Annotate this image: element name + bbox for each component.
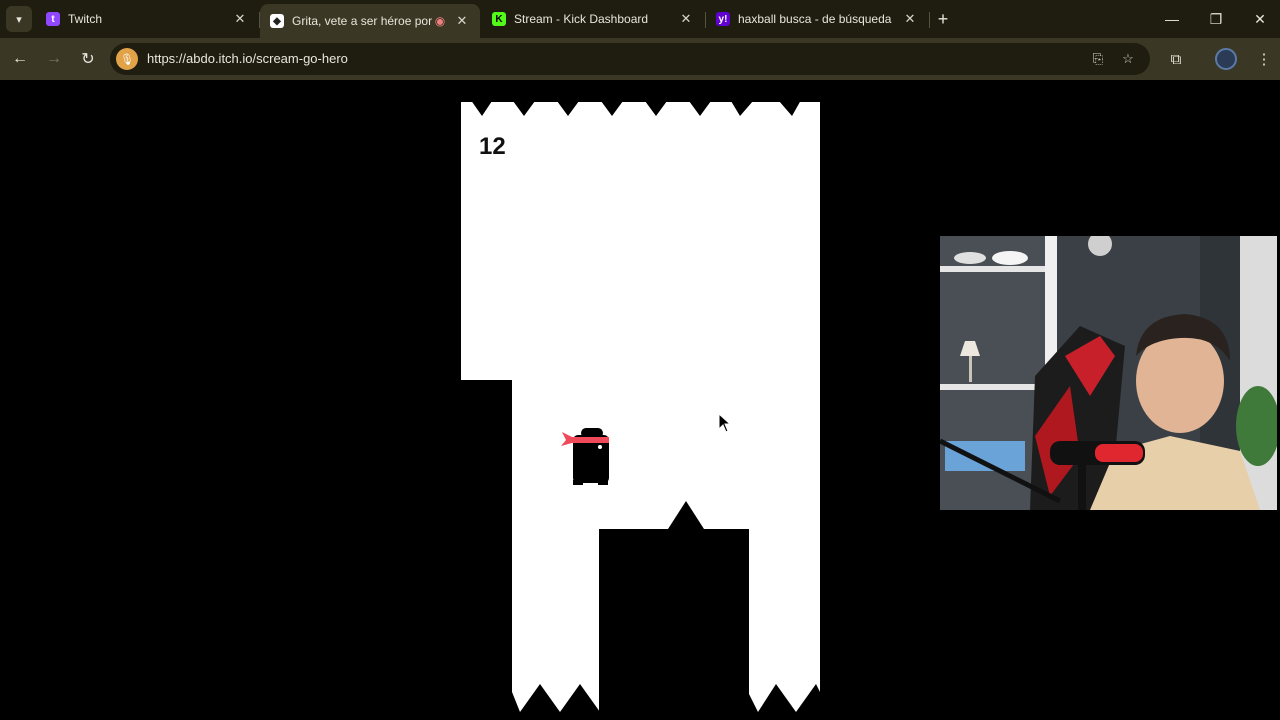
new-tab-button[interactable]: +: [932, 8, 954, 30]
close-window-button[interactable]: ✕: [1238, 0, 1280, 38]
tab-scream-go-hero[interactable]: ◆ Grita, vete a ser héroe por Abdo ◉ ✕: [260, 4, 480, 38]
streamer-webcam: [940, 236, 1277, 510]
back-button[interactable]: ←: [8, 47, 32, 71]
itch-icon: ◆: [270, 14, 284, 28]
menu-kebab-icon[interactable]: ⋮: [1252, 47, 1276, 71]
url-text[interactable]: https://abdo.itch.io/scream-go-hero: [147, 51, 348, 66]
game-viewport: 12: [0, 80, 1280, 720]
close-icon[interactable]: ✕: [902, 11, 918, 27]
mouse-pointer-icon: [718, 413, 732, 433]
tab-search-button[interactable]: ▾: [6, 6, 32, 32]
recording-icon: ◉: [434, 14, 446, 28]
score-counter: 12: [479, 133, 506, 160]
extensions-icon[interactable]: ⧉: [1164, 47, 1188, 71]
minimize-button[interactable]: —: [1150, 0, 1194, 38]
tab-strip: ▾ t Twitch ✕ ◆ Grita, vete a ser héroe p…: [0, 0, 1280, 38]
browser-toolbar: ← → ↻ 🎙 https://abdo.itch.io/scream-go-h…: [0, 38, 1280, 80]
microphone-icon[interactable]: 🎙: [116, 48, 138, 70]
tab-title: Twitch: [68, 12, 103, 26]
address-bar[interactable]: 🎙 https://abdo.itch.io/scream-go-hero ⎘ …: [110, 43, 1150, 75]
kick-icon: K: [492, 12, 506, 26]
forward-button[interactable]: →: [42, 47, 66, 71]
platform-block: [599, 529, 749, 720]
profile-avatar[interactable]: [1215, 48, 1237, 70]
tab-yahoo-search[interactable]: y! haxball busca - de búsqueda ✕: [706, 0, 928, 38]
tab-twitch[interactable]: t Twitch ✕: [36, 0, 258, 38]
reload-button[interactable]: ↻: [76, 47, 100, 71]
yahoo-icon: y!: [716, 12, 730, 26]
webcam-image: [940, 236, 1277, 510]
restore-button[interactable]: ❐: [1194, 0, 1238, 38]
tab-title: Stream - Kick Dashboard: [514, 12, 649, 26]
tab-title: haxball busca - de búsqueda: [738, 12, 892, 26]
translate-icon[interactable]: ⎘: [1089, 50, 1107, 68]
close-icon[interactable]: ✕: [678, 11, 694, 27]
tab-kick[interactable]: K Stream - Kick Dashboard ✕: [482, 0, 704, 38]
tab-title: Grita, vete a ser héroe por Abdo: [292, 14, 432, 28]
bookmark-star-icon[interactable]: ☆: [1119, 50, 1137, 68]
twitch-icon: t: [46, 12, 60, 26]
tab-divider: [929, 12, 930, 28]
close-icon[interactable]: ✕: [454, 13, 470, 29]
close-icon[interactable]: ✕: [232, 11, 248, 27]
